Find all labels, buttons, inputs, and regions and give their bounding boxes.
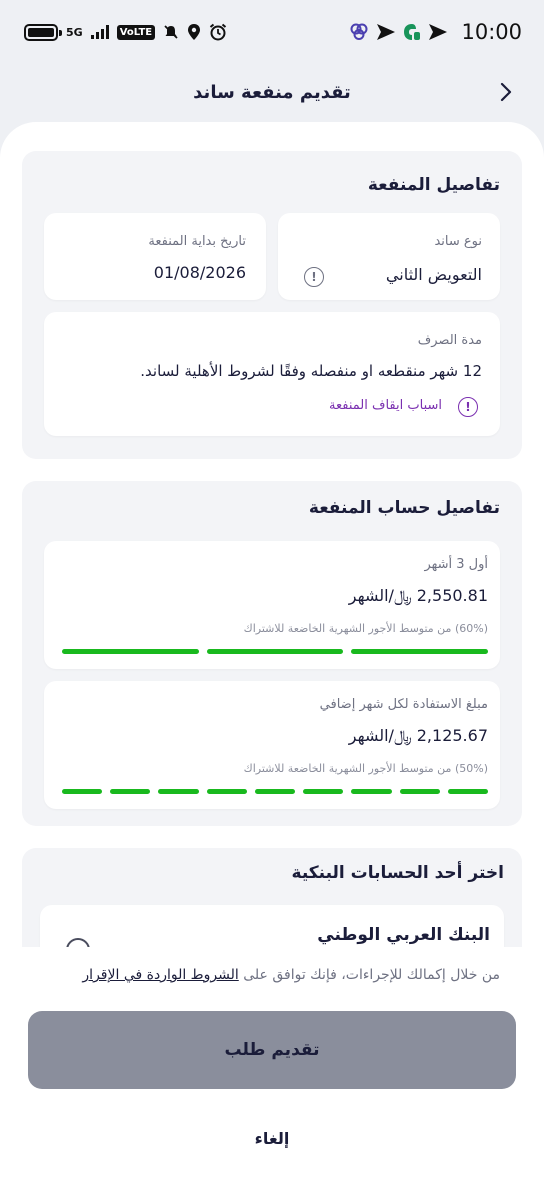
consent-prefix: من خلال إكمالك للإجراءات، فإنك توافق على — [238, 967, 500, 983]
bank-accounts-title: اختر أحد الحسابات البنكية — [291, 863, 504, 883]
extra-month-note: (50%) من متوسط الأجور الشهرية الخاضعة لل… — [243, 762, 488, 775]
app-logo-icon — [350, 23, 368, 40]
extra-month-card: مبلغ الاستفادة لكل شهر إضافي 2,125.67 ﷼/… — [44, 681, 500, 809]
first-months-card: أول 3 أشهر 2,550.81 ﷼/الشهر (60%) من متو… — [44, 541, 500, 669]
calculation-section: تفاصيل حساب المنفعة أول 3 أشهر 2,550.81 … — [22, 481, 522, 826]
send-icon-2 — [429, 24, 448, 40]
first-months-progress — [62, 649, 489, 654]
signal-icon — [90, 25, 109, 39]
benefit-start-card: تاريخ بداية المنفعة 01/08/2026 — [44, 213, 266, 300]
progress-segment — [110, 789, 151, 794]
calculation-title: تفاصيل حساب المنفعة — [308, 498, 500, 518]
benefit-type-card: نوع ساند التعويض الثاني ! — [278, 213, 500, 300]
progress-segment — [399, 789, 440, 794]
green-app-icon — [404, 24, 421, 40]
extra-month-progress — [62, 789, 488, 794]
page-header: تقديم منفعة ساند — [0, 64, 544, 120]
back-button[interactable] — [490, 76, 522, 108]
bottom-action-area: من خلال إكمالك للإجراءات، فإنك توافق على… — [0, 947, 544, 1200]
first-months-label: أول 3 أشهر — [424, 557, 488, 572]
benefit-type-value: التعويض الثاني — [385, 265, 482, 284]
progress-segment — [206, 649, 344, 654]
progress-segment — [351, 649, 489, 654]
info-icon[interactable]: ! — [304, 267, 324, 287]
page-title: تقديم منفعة ساند — [193, 81, 351, 103]
progress-segment — [447, 789, 488, 794]
status-left: 5G VoLTE — [24, 23, 227, 41]
send-icon — [377, 24, 396, 40]
bank-name: البنك العربي الوطني — [317, 925, 490, 945]
duration-value: 12 شهر منقطعه او منفصله وفقًا لشروط الأه… — [140, 362, 482, 380]
chevron-right-icon — [500, 82, 512, 102]
volte-badge: VoLTE — [116, 24, 156, 40]
progress-segment — [158, 789, 199, 794]
first-months-note: (60%) من متوسط الأجور الشهرية الخاضعة لل… — [243, 622, 488, 635]
progress-segment — [62, 649, 199, 654]
benefit-start-label: تاريخ بداية المنفعة — [148, 234, 246, 249]
cancel-button[interactable]: إلغاء — [0, 1123, 544, 1153]
submit-button[interactable]: تقديم طلب — [28, 1011, 516, 1089]
location-icon — [188, 24, 201, 40]
duration-label: مدة الصرف — [417, 333, 482, 348]
stop-reasons-link[interactable]: اسباب ايقاف المنفعة — [329, 398, 442, 413]
first-months-amount: 2,550.81 ﷼/الشهر — [348, 586, 488, 605]
progress-segment — [254, 789, 296, 794]
status-time: 10:00 — [461, 20, 522, 44]
progress-segment — [303, 789, 344, 794]
progress-segment — [206, 789, 247, 794]
duration-card: مدة الصرف 12 شهر منقطعه او منفصله وفقًا … — [44, 312, 500, 436]
consent-text: من خلال إكمالك للإجراءات، فإنك توافق على… — [82, 967, 500, 983]
alarm-icon — [209, 23, 227, 41]
progress-segment — [351, 789, 392, 794]
extra-month-amount: 2,125.67 ﷼/الشهر — [348, 726, 488, 745]
extra-month-label: مبلغ الاستفادة لكل شهر إضافي — [319, 697, 488, 712]
info-icon-purple: ! — [458, 397, 478, 417]
benefit-type-label: نوع ساند — [434, 234, 482, 249]
network-label: 5G — [66, 25, 83, 39]
mute-bell-icon — [164, 25, 178, 39]
benefit-details-section: تفاصيل المنفعة نوع ساند التعويض الثاني !… — [22, 151, 522, 459]
benefit-start-value: 01/08/2026 — [153, 263, 246, 282]
terms-link[interactable]: الشروط الواردة في الإقرار — [82, 967, 238, 983]
status-right: 10:00 — [349, 20, 522, 44]
battery-icon — [24, 23, 62, 41]
progress-segment — [62, 789, 103, 794]
benefit-details-title: تفاصيل المنفعة — [367, 175, 500, 195]
status-bar: 5G VoLTE 10:00 — [0, 0, 544, 64]
